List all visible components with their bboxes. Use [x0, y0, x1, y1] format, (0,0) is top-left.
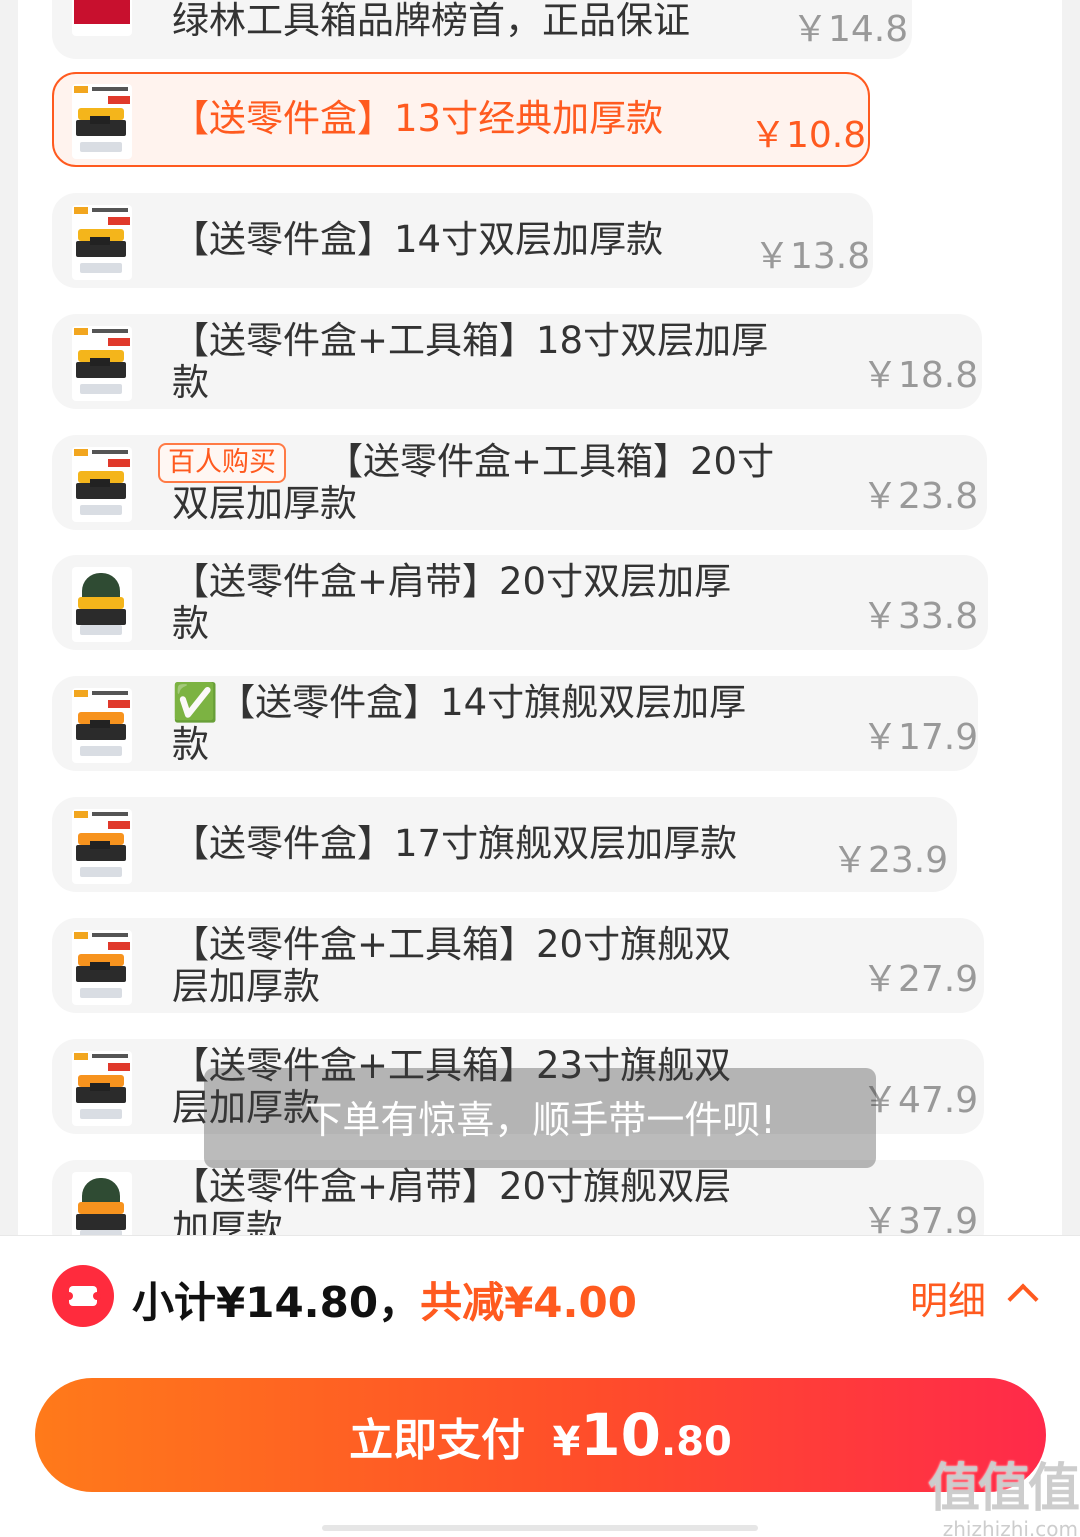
sku-name-line: 层加厚款 [172, 965, 320, 1008]
sku-price: ￥47.9 [862, 1080, 979, 1121]
sku-thumbnail [72, 84, 132, 159]
watermark-site: zhizhizhi.com [942, 1517, 1078, 1537]
sku-name-line: 款 [172, 361, 209, 404]
sku-name: 【送零件盒+工具箱】20寸旗舰双 层加厚款 [172, 924, 731, 1008]
sku-thumbnail [72, 688, 132, 763]
watermark-text: 值值值 [928, 1459, 1080, 1519]
checkout-bar: 小计¥14.80，共减¥4.00 明细 立即支付 ¥10.80 值值值 zhiz… [0, 1235, 1080, 1537]
sku-thumbnail [72, 567, 132, 642]
sku-name: 【送零件盒+肩带】20寸旗舰双层 加厚款 [172, 1165, 732, 1236]
sku-option[interactable]: 【送零件盒】14寸双层加厚款 ￥13.8 [52, 193, 873, 288]
sku-name: 百人购买 【送零件盒+工具箱】20寸 双层加厚款 [158, 441, 774, 525]
sku-name-line: 【送零件盒+工具箱】20寸 [326, 440, 775, 483]
sku-price: ￥14.8 [792, 9, 909, 50]
sku-thumbnail [72, 930, 132, 1005]
sku-option[interactable]: 【送零件盒+工具箱】20寸旗舰双 层加厚款 ￥27.9 [52, 918, 984, 1013]
sku-name: ✅【送零件盒】14寸旗舰双层加厚 款 [172, 682, 746, 766]
coupon-ticket-icon [52, 1265, 114, 1327]
sku-option[interactable]: 【送零件盒+工具箱】18寸双层加厚 款 ￥18.8 [52, 314, 982, 409]
sku-name: 【送零件盒+肩带】20寸双层加厚 款 [172, 561, 731, 645]
sku-option[interactable]: 【送零件盒+肩带】20寸旗舰双层 加厚款 ￥37.9 [52, 1160, 984, 1235]
sku-option[interactable]: ✅【送零件盒】14寸旗舰双层加厚 款 ￥17.9 [52, 676, 978, 771]
sku-name: 【送零件盒】17寸旗舰双层加厚款 [172, 822, 738, 865]
sku-option[interactable]: 【送零件盒】17寸旗舰双层加厚款 ￥23.9 [52, 797, 957, 892]
pay-amount-int: 10 [580, 1401, 662, 1469]
sku-price: ￥33.8 [862, 596, 979, 637]
pay-currency: ¥ [552, 1419, 581, 1465]
subtotal-text: 小计¥14.80， [132, 1278, 421, 1327]
sku-option[interactable]: 【送零件盒+肩带】20寸双层加厚 款 ￥33.8 [52, 555, 988, 650]
sku-thumbnail [72, 326, 132, 401]
sku-name: 【送零件盒+工具箱】18寸双层加厚 款 [172, 320, 768, 404]
sku-name-line: 【送零件盒+工具箱】18寸双层加厚 [172, 319, 769, 362]
pay-label: 立即支付 [349, 1415, 526, 1466]
home-indicator[interactable] [322, 1525, 758, 1531]
sku-price: ￥10.8 [750, 115, 867, 156]
sku-thumbnail [72, 205, 132, 280]
sku-name: 绿林工具箱品牌榜首，正品保证 [172, 0, 690, 42]
sheet-edge [0, 0, 18, 1235]
sku-price: ￥17.9 [862, 717, 979, 758]
sku-thumbnail [72, 447, 132, 522]
sku-price: ￥18.8 [862, 355, 979, 396]
popular-badge: 百人购买 [158, 443, 286, 483]
sku-selection-screen: 绿林工具箱品牌榜首，正品保证 ￥14.8 【送零件盒】13寸经典加厚款 ￥10.… [0, 0, 1080, 1537]
pay-amount-dec: .80 [661, 1419, 732, 1465]
sku-option[interactable]: 绿林工具箱品牌榜首，正品保证 ￥14.8 [52, 0, 912, 59]
watermark-logo: 值值值 zhizhizhi.com [928, 1446, 1080, 1537]
sku-name: 【送零件盒】14寸双层加厚款 [172, 218, 664, 261]
sku-name-line: 【送零件盒+工具箱】20寸旗舰双 [172, 923, 732, 966]
detail-toggle[interactable]: 明细 [910, 1270, 986, 1325]
sku-list-sheet: 绿林工具箱品牌榜首，正品保证 ￥14.8 【送零件盒】13寸经典加厚款 ￥10.… [18, 0, 1062, 1235]
sku-name-line: 加厚款 [172, 1207, 283, 1236]
sku-name-line: 【送零件盒+肩带】20寸双层加厚 [172, 560, 732, 603]
sku-thumbnail [72, 1172, 132, 1235]
toast-message: 下单有惊喜，顺手带一件呗! [204, 1068, 876, 1168]
sku-price: ￥13.8 [754, 236, 871, 277]
sku-name-line: 款 [172, 723, 209, 766]
sku-price: ￥27.9 [862, 959, 979, 1000]
sku-thumbnail [72, 809, 132, 884]
sku-name: 【送零件盒】13寸经典加厚款 [172, 97, 664, 140]
sku-thumbnail [72, 0, 132, 36]
chevron-up-icon[interactable] [1007, 1283, 1039, 1315]
sku-name-line: ✅【送零件盒】14寸旗舰双层加厚 [172, 681, 747, 724]
sku-name-line: 双层加厚款 [172, 482, 357, 525]
pay-now-button[interactable]: 立即支付 ¥10.80 [35, 1378, 1046, 1492]
sku-price: ￥37.9 [862, 1201, 979, 1235]
sku-price: ￥23.8 [862, 476, 979, 517]
sku-name-line: 【送零件盒+肩带】20寸旗舰双层 [172, 1165, 732, 1208]
sku-option-selected[interactable]: 【送零件盒】13寸经典加厚款 ￥10.8 [52, 72, 870, 167]
sku-option[interactable]: 百人购买 【送零件盒+工具箱】20寸 双层加厚款 ￥23.8 [52, 435, 987, 530]
discount-text: 共减¥4.00 [420, 1278, 637, 1327]
sku-price: ￥23.9 [832, 840, 949, 881]
sku-name-line: 款 [172, 602, 209, 645]
price-summary: 小计¥14.80，共减¥4.00 [132, 1269, 637, 1330]
sheet-edge [1062, 0, 1080, 1235]
sku-thumbnail [72, 1051, 132, 1126]
